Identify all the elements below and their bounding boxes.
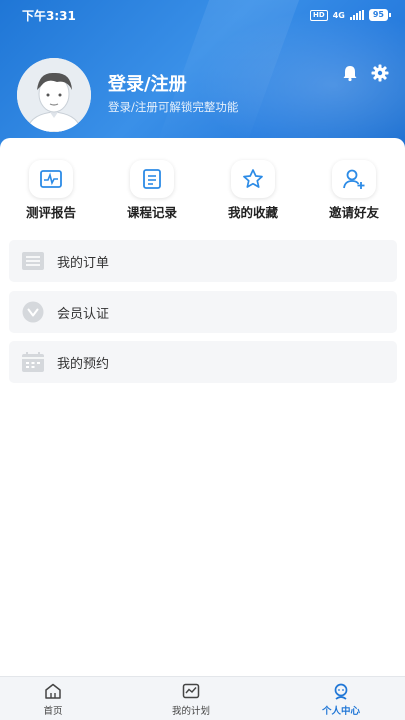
- content-card: 测评报告 课程记录 我的收藏 邀请好友 我的订单 会员认证 我的预约: [0, 138, 405, 678]
- menu-item-label: 会员认证: [57, 306, 110, 322]
- quick-action-invite[interactable]: 邀请好友: [314, 160, 394, 221]
- status-bar: 下午3:31 HD 4G 95: [0, 0, 405, 30]
- plan-chart-icon: [182, 683, 200, 699]
- quick-action-label: 测评报告: [25, 205, 76, 220]
- default-avatar-icon: [17, 58, 91, 132]
- invite-user-icon: [343, 169, 365, 189]
- signal-icon: [349, 10, 364, 20]
- vip-badge-icon: [22, 301, 44, 323]
- tab-label: 首页: [43, 706, 63, 717]
- network-type: 4G: [332, 10, 345, 20]
- profile-icon: [334, 683, 348, 700]
- quick-action-label: 我的收藏: [227, 205, 278, 220]
- tab-plan[interactable]: 我的计划: [146, 683, 236, 717]
- tab-home[interactable]: 首页: [8, 683, 98, 717]
- battery-icon: 95: [368, 9, 391, 21]
- quick-actions: 测评报告 课程记录 我的收藏 邀请好友: [0, 160, 405, 220]
- home-icon: [45, 683, 61, 699]
- quick-action-label: 课程记录: [126, 205, 177, 220]
- menu-item-label: 我的订单: [57, 255, 110, 271]
- tab-label: 我的计划: [171, 706, 210, 717]
- star-icon: [243, 169, 263, 188]
- hd-indicator: HD: [310, 9, 328, 21]
- bell-icon[interactable]: [341, 64, 359, 82]
- menu-item-vip[interactable]: 会员认证: [9, 291, 397, 333]
- tab-profile[interactable]: 个人中心: [296, 683, 386, 717]
- login-hint: 登录/注册可解锁完整功能: [108, 100, 239, 114]
- menu-item-appointments[interactable]: 我的预约: [9, 341, 397, 383]
- menu-item-label: 我的预约: [57, 356, 110, 372]
- quick-action-course[interactable]: 课程记录: [112, 160, 192, 221]
- avatar[interactable]: [17, 58, 91, 132]
- battery-level: 95: [368, 9, 388, 21]
- login-register-link[interactable]: 登录/注册: [108, 70, 187, 96]
- course-record-icon: [143, 169, 161, 189]
- status-icons: HD 4G 95: [310, 9, 391, 21]
- quick-action-report[interactable]: 测评报告: [11, 160, 91, 221]
- quick-action-favorites[interactable]: 我的收藏: [213, 160, 293, 221]
- order-list-icon: [22, 252, 44, 270]
- calendar-icon: [22, 352, 44, 372]
- tab-label: 个人中心: [321, 706, 360, 717]
- gear-icon[interactable]: [371, 64, 389, 82]
- bottom-tab-bar: 首页 我的计划 个人中心: [0, 676, 405, 720]
- status-time: 下午3:31: [22, 8, 76, 23]
- report-chart-icon: [40, 170, 62, 188]
- menu-item-orders[interactable]: 我的订单: [9, 240, 397, 282]
- profile-header: 下午3:31 HD 4G 95 登录/注册 登录/注册可解锁完整功能: [0, 0, 405, 160]
- quick-action-label: 邀请好友: [328, 205, 379, 220]
